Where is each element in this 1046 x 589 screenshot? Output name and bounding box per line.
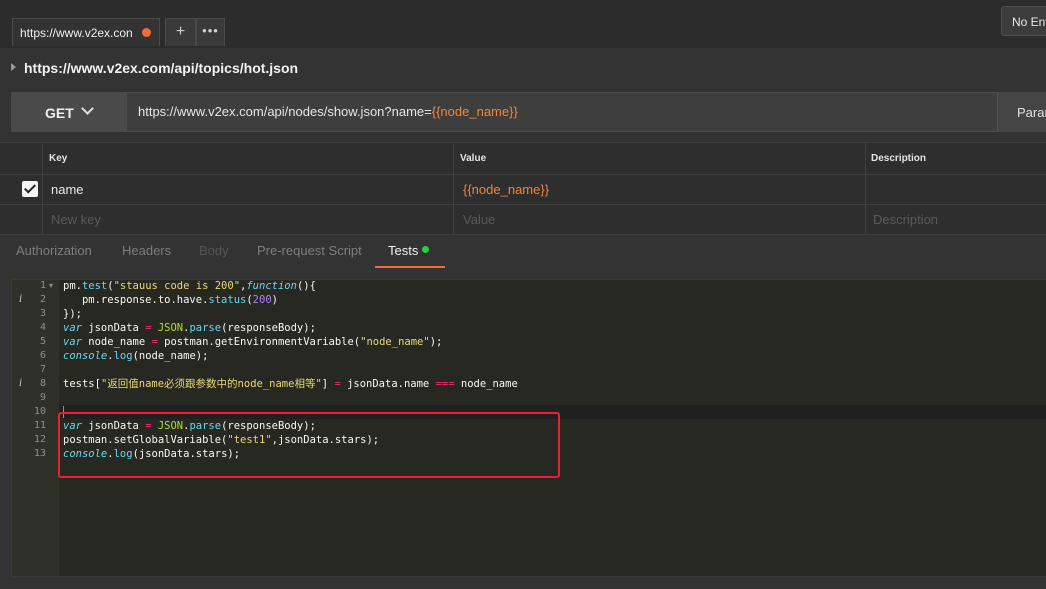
table-divider [0,204,1046,205]
param-value-cell[interactable]: {{node_name}} [463,182,549,197]
line-number: 5 [39,336,46,347]
new-value-input[interactable]: Value [463,212,495,227]
tab-tests[interactable]: Tests [388,243,418,258]
request-name[interactable]: https://www.v2ex.com/api/topics/hot.json [24,60,298,76]
url-text: https://www.v2ex.com/api/nodes/show.json… [138,104,432,119]
line-number: 2 [39,294,46,305]
chevron-down-icon [81,102,94,115]
tab-body[interactable]: Body [199,243,229,258]
expand-caret-icon[interactable] [11,63,16,71]
code-line-8: tests["返回值name必须跟参数中的node_name相等"] = jso… [63,378,518,390]
line-number: 7 [39,364,46,375]
column-header-description: Description [871,153,927,164]
tests-status-dot-icon [422,246,429,253]
line-number: 12 [33,434,46,445]
request-tab-label: https://www.v2ex.con [20,26,133,40]
environment-selector[interactable]: No Environment [1001,6,1046,36]
table-divider [0,142,1046,143]
line-number: 11 [33,420,46,431]
line-number: 10 [33,406,46,417]
environment-label: No Environment [1012,15,1046,29]
column-divider [42,142,43,235]
tab-authorization[interactable]: Authorization [16,243,92,258]
row-enabled-checkbox[interactable] [22,181,38,197]
line-number: 3 [39,308,46,319]
fold-toggle-icon[interactable]: ▾ [49,279,53,293]
more-tabs-button[interactable]: ••• [196,18,225,46]
annotation-highlight-box [58,412,560,478]
line-number: 1 [39,280,46,291]
new-key-input[interactable]: New key [51,212,101,227]
url-input[interactable]: https://www.v2ex.com/api/nodes/show.json… [138,104,518,119]
tab-headers[interactable]: Headers [122,243,171,258]
column-divider [865,142,866,235]
column-header-key: Key [49,153,68,164]
method-dropdown[interactable]: GET [11,92,127,132]
line-number: 9 [39,392,46,403]
new-tab-button[interactable]: + [165,18,196,46]
request-tab-active[interactable]: https://www.v2ex.con [12,18,160,46]
line-number: 4 [39,322,46,333]
unsaved-dot-icon [142,28,151,37]
code-line-5: var node_name = postman.getEnvironmentVa… [63,336,443,348]
line-number: 8 [39,378,46,389]
code-line-4: var jsonData = JSON.parse(responseBody); [63,322,316,334]
line-number: 6 [39,350,46,361]
info-icon: i [19,294,23,305]
url-variable: {{node_name}} [431,104,518,119]
table-divider [0,174,1046,175]
method-label: GET [45,105,74,121]
params-label: Params [1017,105,1046,120]
code-line-3: }); [63,308,82,320]
code-line-2: pm.response.to.have.status(200) [63,294,278,306]
param-key-cell[interactable]: name [51,182,84,197]
code-line-6: console.log(node_name); [63,350,209,362]
column-divider [453,142,454,235]
info-icon: i [19,378,23,389]
line-number: 13 [33,448,46,459]
code-line-1: pm.test("stauus code is 200",function(){ [63,280,316,292]
tab-pre-request-script[interactable]: Pre-request Script [257,243,362,258]
column-header-value: Value [460,153,487,164]
new-description-input[interactable]: Description [873,212,938,227]
params-button[interactable]: Params [997,92,1046,132]
active-tab-indicator [375,266,445,268]
